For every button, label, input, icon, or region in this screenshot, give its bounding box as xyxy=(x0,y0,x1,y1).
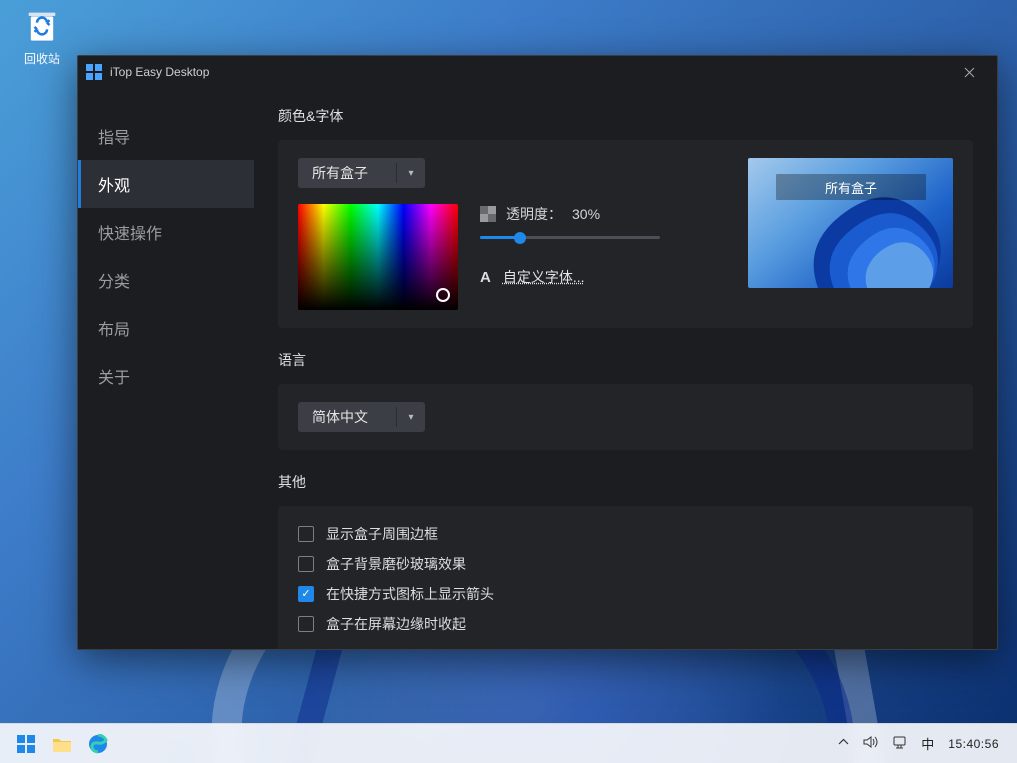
titlebar[interactable]: iTop Easy Desktop xyxy=(78,56,997,88)
checkbox-shortcut-arrow[interactable]: 在快捷方式图标上显示箭头 xyxy=(298,584,953,604)
checkbox-icon xyxy=(298,586,314,602)
recycle-bin-label: 回收站 xyxy=(24,52,60,66)
sidebar-item-layout[interactable]: 布局 xyxy=(78,304,254,352)
slider-thumb[interactable] xyxy=(514,232,526,244)
box-select-label: 所有盒子 xyxy=(298,163,397,183)
app-window: iTop Easy Desktop 指导 外观 快速操作 分类 布局 关于 颜色… xyxy=(77,55,998,650)
opacity-icon xyxy=(480,206,496,222)
checkbox-label: 在快捷方式图标上显示箭头 xyxy=(326,584,494,604)
language-select-label: 简体中文 xyxy=(298,407,397,427)
recycle-bin-icon[interactable]: 回收站 xyxy=(14,6,70,67)
checkbox-label: 盒子背景磨砂玻璃效果 xyxy=(326,554,466,574)
language-select[interactable]: 简体中文 ▾ xyxy=(298,402,425,432)
tray-volume-icon[interactable] xyxy=(863,735,878,752)
tray-network-icon[interactable] xyxy=(892,735,907,752)
preview-overlay-label: 所有盒子 xyxy=(776,174,926,200)
sidebar-item-category[interactable]: 分类 xyxy=(78,256,254,304)
sidebar: 指导 外观 快速操作 分类 布局 关于 xyxy=(78,88,254,649)
checkbox-show-border[interactable]: 显示盒子周围边框 xyxy=(298,524,953,544)
checkbox-frosted-glass[interactable]: 盒子背景磨砂玻璃效果 xyxy=(298,554,953,574)
checkbox-icon xyxy=(298,556,314,572)
section-title-color-font: 颜色&字体 xyxy=(278,106,973,126)
start-button[interactable] xyxy=(8,726,44,762)
sidebar-item-quick-actions[interactable]: 快速操作 xyxy=(78,208,254,256)
sidebar-item-label: 关于 xyxy=(98,364,130,388)
taskbar-edge-icon[interactable] xyxy=(80,726,116,762)
sidebar-item-label: 分类 xyxy=(98,268,130,292)
sidebar-item-appearance[interactable]: 外观 xyxy=(78,160,254,208)
tray-chevron-up-icon[interactable] xyxy=(838,737,849,751)
checkbox-edge-collapse[interactable]: 盒子在屏幕边缘时收起 xyxy=(298,614,953,634)
panel-color-font: 所有盒子 ▾ 透明度： 30% xyxy=(278,140,973,328)
checkbox-icon xyxy=(298,526,314,542)
tray-ime-indicator[interactable]: 中 xyxy=(921,734,934,753)
section-title-language: 语言 xyxy=(278,350,973,370)
custom-font-link[interactable]: 自定义字体... xyxy=(503,267,585,287)
checkbox-label: 盒子在屏幕边缘时收起 xyxy=(326,614,466,634)
main-content: 颜色&字体 所有盒子 ▾ 透明度： 30% xyxy=(254,88,997,649)
chevron-down-icon: ▾ xyxy=(397,158,425,188)
panel-language: 简体中文 ▾ xyxy=(278,384,973,450)
sidebar-item-about[interactable]: 关于 xyxy=(78,352,254,400)
box-select[interactable]: 所有盒子 ▾ xyxy=(298,158,425,188)
taskbar: 中 15:40:56 xyxy=(0,723,1017,763)
sidebar-item-label: 布局 xyxy=(98,316,130,340)
panel-other: 显示盒子周围边框 盒子背景磨砂玻璃效果 在快捷方式图标上显示箭头 盒子在屏幕边缘… xyxy=(278,506,973,649)
opacity-value: 30% xyxy=(572,206,600,222)
opacity-slider[interactable] xyxy=(480,236,660,239)
chevron-down-icon: ▾ xyxy=(397,402,425,432)
sidebar-item-label: 指导 xyxy=(98,124,130,148)
section-title-other: 其他 xyxy=(278,472,973,492)
sidebar-item-label: 外观 xyxy=(98,172,130,196)
taskbar-explorer-icon[interactable] xyxy=(44,726,80,762)
window-title: iTop Easy Desktop xyxy=(110,65,949,79)
opacity-label: 透明度： xyxy=(506,204,562,224)
checkbox-label: 显示盒子周围边框 xyxy=(326,524,438,544)
font-icon: A xyxy=(480,269,491,286)
app-icon xyxy=(86,64,102,80)
close-button[interactable] xyxy=(949,56,989,88)
checkbox-icon xyxy=(298,616,314,632)
color-picker[interactable] xyxy=(298,204,458,310)
preview-box: 所有盒子 xyxy=(748,158,953,288)
sidebar-item-label: 快速操作 xyxy=(98,220,162,244)
taskbar-clock[interactable]: 15:40:56 xyxy=(948,737,999,751)
sidebar-item-guide[interactable]: 指导 xyxy=(78,112,254,160)
